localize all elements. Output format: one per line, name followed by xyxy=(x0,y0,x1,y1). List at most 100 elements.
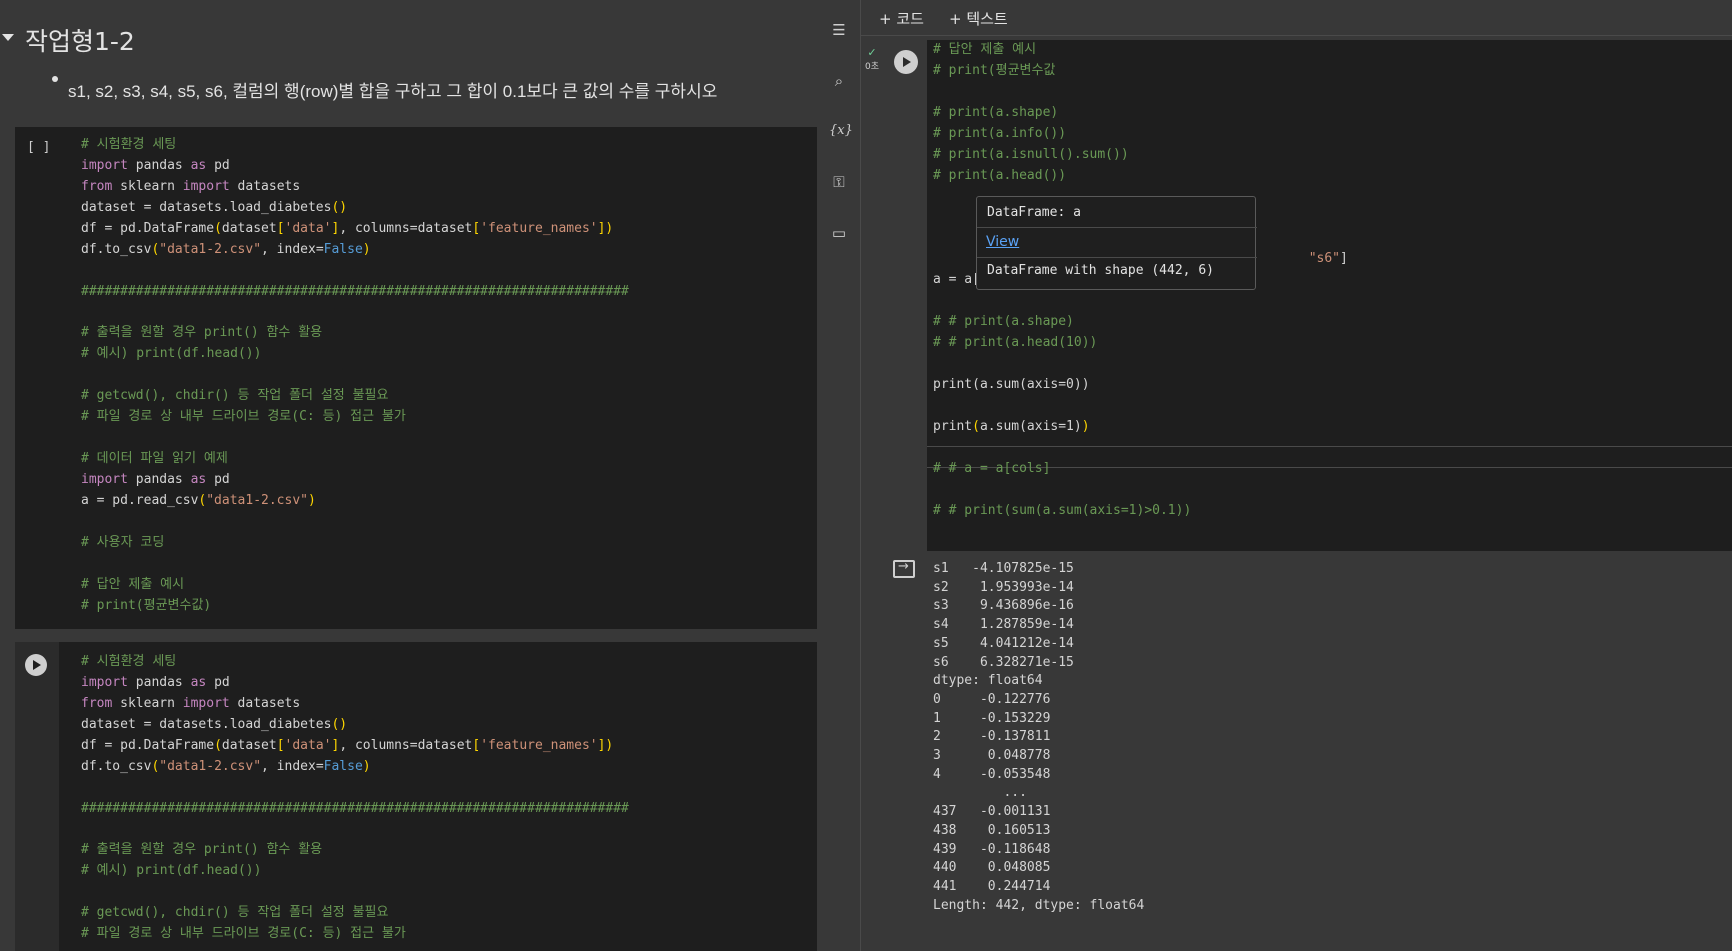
code-line[interactable]: # print(a.head()) xyxy=(933,166,1348,187)
code-line[interactable] xyxy=(933,438,1348,459)
code-token: # 시험환경 세팅 xyxy=(81,137,177,152)
code-token: ]) xyxy=(597,220,614,236)
code-cell-1[interactable]: [ ] # 시험환경 세팅 import pandas as pd from skl… xyxy=(15,127,817,629)
code-line[interactable]: # print(a.info()) xyxy=(933,124,1348,145)
folder-icon[interactable]: ▭ xyxy=(829,223,849,243)
code-line[interactable]: import pandas as pd xyxy=(81,470,629,491)
code-line[interactable]: import pandas as pd xyxy=(81,673,629,694)
output-line: s4 1.287859e-14 xyxy=(933,617,1074,633)
search-icon[interactable]: ⌕ xyxy=(829,71,849,91)
code-line[interactable]: # 출력을 원할 경우 print() 함수 활용 xyxy=(81,323,629,344)
code-line[interactable] xyxy=(81,512,629,533)
code-editor[interactable]: # 시험환경 세팅 import pandas as pd from sklearn… xyxy=(81,652,629,945)
code-line[interactable]: # 데이터 파일 읽기 예제 xyxy=(81,449,629,470)
code-line[interactable] xyxy=(81,820,629,841)
code-line[interactable]: df.to_csv("data1-2.csv", index=False) xyxy=(81,240,629,261)
code-line[interactable]: # 사용자 코딩 xyxy=(81,533,629,554)
code-line[interactable]: # 출력을 원할 경우 print() 함수 활용 xyxy=(81,840,629,861)
code-line[interactable]: # 시험환경 세팅 xyxy=(81,652,629,673)
code-cell-active[interactable]: # 답안 제출 예시 # print(평균변수값 # print(a.shape)… xyxy=(885,40,1732,951)
code-line[interactable] xyxy=(933,291,1348,312)
output-line: s5 4.041212e-14 xyxy=(933,635,1074,651)
code-line[interactable]: dataset = datasets.load_diabetes() xyxy=(81,198,629,219)
code-line[interactable] xyxy=(81,428,629,449)
code-line[interactable]: # 파일 경로 상 내부 드라이브 경로(C: 등) 접근 불가 xyxy=(81,924,629,945)
cell-gutter: [ ] xyxy=(15,127,59,629)
toc-icon[interactable]: ☰ xyxy=(829,20,849,40)
code-line[interactable]: df = pd.DataFrame(dataset['data'], colum… xyxy=(81,736,629,757)
code-token: df = pd.DataFrame xyxy=(81,220,215,236)
view-dataframe-link[interactable]: View xyxy=(986,234,1019,250)
code-line[interactable] xyxy=(81,554,629,575)
code-line[interactable]: # print(평균변수값 xyxy=(933,61,1348,82)
output-line: 439 -0.118648 xyxy=(933,841,1051,857)
code-token: ( xyxy=(214,220,222,236)
code-line[interactable]: # print(a.shape) xyxy=(933,103,1348,124)
code-token: pd xyxy=(206,674,230,690)
output-line: 438 0.160513 xyxy=(933,822,1051,838)
code-token: dataset xyxy=(221,737,277,753)
code-cell-2[interactable]: # 시험환경 세팅 import pandas as pd from sklearn… xyxy=(15,642,817,951)
code-line[interactable] xyxy=(81,261,629,282)
code-line[interactable]: from sklearn import datasets xyxy=(81,177,629,198)
code-token: a = a xyxy=(933,272,973,288)
code-line[interactable]: df = pd.DataFrame(dataset['data'], colum… xyxy=(81,219,629,240)
code-line[interactable]: # 답안 제출 예시 xyxy=(933,40,1348,61)
code-line[interactable]: # 시험환경 세팅 xyxy=(81,135,629,156)
code-line[interactable]: # getcwd(), chdir() 등 작업 폴더 설정 불필요 xyxy=(81,386,629,407)
code-line[interactable]: ########################################… xyxy=(81,799,629,820)
key-icon[interactable]: ⚿ xyxy=(829,172,849,192)
code-line[interactable] xyxy=(933,354,1348,375)
code-editor[interactable]: # 시험환경 세팅 import pandas as pd from sklearn… xyxy=(81,135,629,617)
code-token: "s6" xyxy=(1308,251,1340,267)
code-line[interactable]: from sklearn import datasets xyxy=(81,694,629,715)
code-line[interactable]: # 답안 제출 예시 xyxy=(81,575,629,596)
run-cell-button[interactable] xyxy=(25,654,47,676)
code-line[interactable]: # 예시) print(df.head()) xyxy=(81,861,629,882)
code-token: False xyxy=(323,758,363,774)
add-code-button[interactable]: + 코드 xyxy=(879,8,924,29)
code-line[interactable]: # print(a.isnull().sum()) xyxy=(933,145,1348,166)
variables-icon[interactable]: {x} xyxy=(829,121,853,141)
code-token: # print(a.isnull().sum()) xyxy=(933,146,1129,162)
code-line[interactable] xyxy=(81,303,629,324)
code-line[interactable] xyxy=(81,882,629,903)
code-line[interactable]: # # a = a[cols] xyxy=(933,459,1348,480)
code-line[interactable] xyxy=(933,82,1348,103)
code-token: # 파일 경로 상 내부 드라이브 경로(C: 등) 접근 불가 xyxy=(81,409,406,425)
code-line[interactable]: # print(평균변수값) xyxy=(81,596,629,617)
code-line[interactable] xyxy=(933,396,1348,417)
collapse-caret-icon[interactable] xyxy=(2,34,14,41)
code-line[interactable]: print(a.sum(axis=1)) xyxy=(933,417,1348,438)
code-token: # 출력을 원할 경우 print() 함수 활용 xyxy=(81,325,323,341)
code-line[interactable]: # 파일 경로 상 내부 드라이브 경로(C: 등) 접근 불가 xyxy=(81,407,629,428)
code-line[interactable]: import pandas as pd xyxy=(81,156,629,177)
code-line[interactable]: a = pd.read_csv("data1-2.csv") xyxy=(81,491,629,512)
code-token: # 시험환경 세팅 xyxy=(81,654,177,669)
code-line[interactable] xyxy=(933,480,1348,501)
code-line[interactable]: # # print(a.head(10)) xyxy=(933,333,1348,354)
tooltip-divider xyxy=(977,227,1257,228)
code-line[interactable]: ########################################… xyxy=(81,282,629,303)
run-cell-button[interactable] xyxy=(894,50,918,74)
code-line[interactable] xyxy=(81,778,629,799)
code-token: import xyxy=(182,695,230,711)
cell-run-bracket[interactable]: [ ] xyxy=(27,140,50,155)
code-token: df.to_csv xyxy=(81,241,152,257)
tooltip-divider xyxy=(977,257,1257,258)
output-line: dtype: float64 xyxy=(933,673,1043,689)
code-line[interactable]: df.to_csv("data1-2.csv", index=False) xyxy=(81,757,629,778)
add-text-button[interactable]: + 텍스트 xyxy=(949,8,1008,29)
output-options-icon[interactable] xyxy=(893,559,915,578)
code-line[interactable]: # getcwd(), chdir() 등 작업 폴더 설정 불필요 xyxy=(81,903,629,924)
code-token: print xyxy=(933,418,973,434)
code-line[interactable]: # 예시) print(df.head()) xyxy=(81,344,629,365)
code-editor-area[interactable]: # 답안 제출 예시 # print(평균변수값 # print(a.shape)… xyxy=(927,40,1732,551)
code-line[interactable] xyxy=(81,365,629,386)
code-line[interactable]: dataset = datasets.load_diabetes() xyxy=(81,715,629,736)
code-token: as xyxy=(190,674,207,690)
code-line[interactable]: print(a.sum(axis=0)) xyxy=(933,375,1348,396)
code-line[interactable]: # # print(a.shape) xyxy=(933,312,1348,333)
code-line[interactable]: # # print(sum(a.sum(axis=1)>0.1)) xyxy=(933,501,1348,522)
code-token: pandas xyxy=(127,472,191,487)
